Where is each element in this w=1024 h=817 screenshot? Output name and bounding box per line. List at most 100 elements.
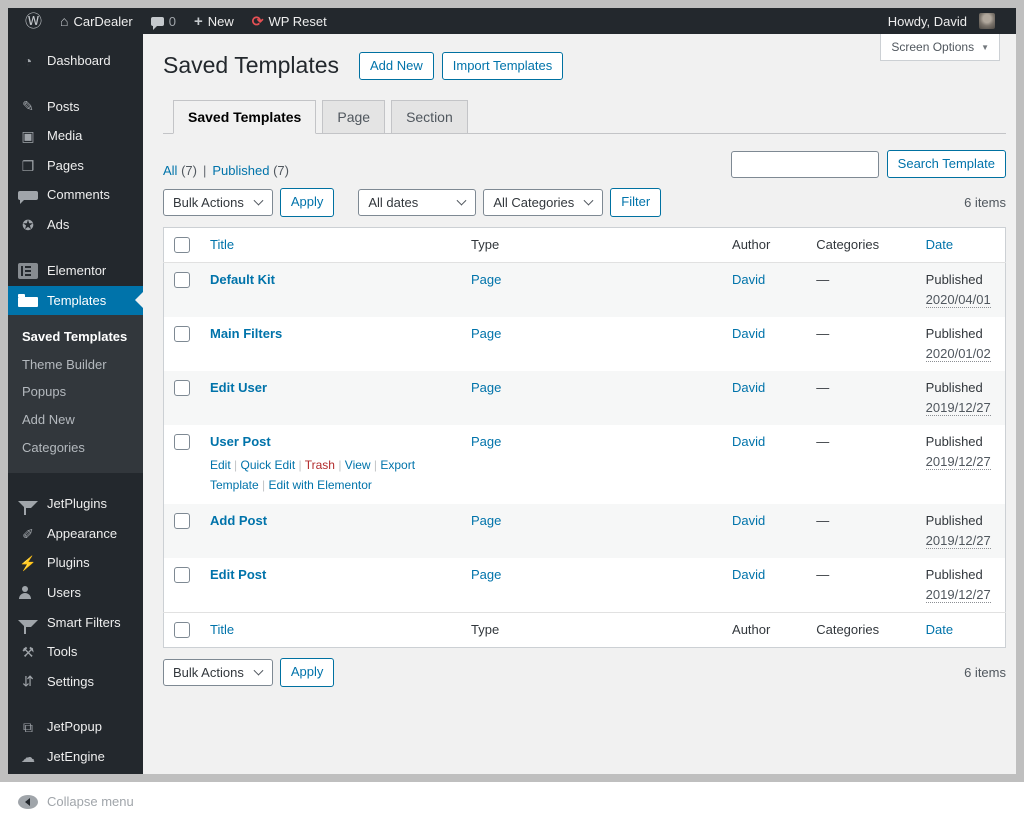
sort-title-header[interactable]: Title xyxy=(210,622,234,637)
search-input[interactable] xyxy=(730,150,879,178)
table-row: User Post EditQuick EditTrashViewExport … xyxy=(164,425,1006,505)
template-title-link[interactable]: Default Kit xyxy=(210,272,275,287)
sidebar-item-pages[interactable]: ❐ Pages xyxy=(8,151,143,181)
sort-date-header[interactable]: Date xyxy=(926,622,953,637)
wp-logo-menu[interactable]: Ⓦ xyxy=(16,8,51,34)
sidebar-item-media[interactable]: ▣ Media xyxy=(8,121,143,151)
table-row: Edit Post Page David — Published 2019/12/… xyxy=(164,558,1006,613)
select-all-checkbox[interactable] xyxy=(174,236,190,253)
template-title-link[interactable]: Main Filters xyxy=(210,326,282,341)
author-link[interactable]: David xyxy=(732,380,765,395)
tablenav-bottom: Bulk Actions Apply 6 items xyxy=(163,658,1006,687)
filter-all-link[interactable]: All (7) xyxy=(163,163,197,178)
template-title-link[interactable]: Edit Post xyxy=(210,567,266,582)
type-link[interactable]: Page xyxy=(471,434,501,449)
row-checkbox[interactable] xyxy=(174,325,190,342)
wp-reset-label: WP Reset xyxy=(268,13,327,29)
edit-link[interactable]: Edit xyxy=(210,458,240,472)
apply-button-bottom[interactable]: Apply xyxy=(279,658,335,687)
sidebar-item-dashboard[interactable]: ◔ Dashboard xyxy=(8,46,143,76)
admin-bar-left: Ⓦ ⌂ CarDealer 0 + New ⟳ WP Reset xyxy=(16,8,336,34)
sidebar-item-templates[interactable]: Templates xyxy=(8,285,143,316)
quick-edit-link[interactable]: Quick Edit xyxy=(240,458,304,472)
filter-button[interactable]: Filter xyxy=(610,188,662,217)
template-title-link[interactable]: Edit User xyxy=(210,380,267,395)
add-new-button[interactable]: Add New xyxy=(359,52,434,81)
sidebar-item-smart-filters[interactable]: Smart Filters xyxy=(8,608,143,638)
sidebar-item-label: Dashboard xyxy=(47,53,111,68)
author-link[interactable]: David xyxy=(732,513,765,528)
sidebar-item-jetplugins[interactable]: JetPlugins xyxy=(8,489,143,519)
bulk-actions-select[interactable]: Bulk Actions xyxy=(163,188,273,216)
bulk-actions-select-bottom[interactable]: Bulk Actions xyxy=(163,658,273,686)
type-link[interactable]: Page xyxy=(471,513,501,528)
sort-date-header[interactable]: Date xyxy=(926,237,953,252)
items-count: 6 items xyxy=(964,664,1006,680)
categories-value: — xyxy=(816,567,830,583)
sidebar-item-elementor[interactable]: Elementor xyxy=(8,256,143,286)
type-link[interactable]: Page xyxy=(471,567,501,582)
sidebar-item-collapse-menu[interactable]: Collapse menu xyxy=(8,787,143,817)
author-link[interactable]: David xyxy=(732,434,765,449)
sidebar-item-settings[interactable]: ⇵ Settings xyxy=(8,667,143,697)
tab-page[interactable]: Page xyxy=(322,100,386,135)
row-checkbox[interactable] xyxy=(174,271,190,288)
sidebar-item-label: Appearance xyxy=(47,525,118,541)
sidebar-item-ads[interactable]: ✪ Ads xyxy=(8,210,143,240)
apply-button[interactable]: Apply xyxy=(279,188,335,217)
site-name-menu[interactable]: ⌂ CarDealer xyxy=(51,8,142,34)
row-checkbox[interactable] xyxy=(174,433,190,450)
sidebar-item-theme-builder[interactable]: Theme Builder xyxy=(8,351,143,379)
sidebar-item-tools[interactable]: ⚒ Tools xyxy=(8,637,143,667)
window-frame: Ⓦ ⌂ CarDealer 0 + New ⟳ WP Reset Howdy, … xyxy=(0,0,1024,809)
template-title-link[interactable]: User Post xyxy=(210,434,271,449)
comments-menu[interactable]: 0 xyxy=(142,8,185,34)
sidebar-item-comments[interactable]: Comments xyxy=(8,180,143,210)
sidebar-item-users[interactable]: Users xyxy=(8,578,143,608)
tab-section[interactable]: Section xyxy=(391,100,468,135)
new-content-menu[interactable]: + New xyxy=(185,8,243,34)
sidebar-item-label: Settings xyxy=(47,673,94,689)
sidebar-item-label: Categories xyxy=(22,439,85,455)
author-link[interactable]: David xyxy=(732,272,765,287)
type-link[interactable]: Page xyxy=(471,380,501,395)
edit-with-elementor-link[interactable]: Edit with Elementor xyxy=(269,478,372,492)
wp-reset-menu[interactable]: ⟳ WP Reset xyxy=(243,8,336,34)
sidebar-item-popups[interactable]: Popups xyxy=(8,378,143,406)
page-header: Saved Templates Add New Import Templates xyxy=(163,52,996,81)
sidebar-item-appearance[interactable]: ✐ Appearance xyxy=(8,519,143,549)
sidebar-item-saved-templates[interactable]: Saved Templates xyxy=(8,323,143,351)
filter-published-link[interactable]: Published (7) xyxy=(212,163,289,178)
sidebar-item-add-new[interactable]: Add New xyxy=(8,406,143,434)
row-checkbox[interactable] xyxy=(174,513,190,530)
sidebar-item-label: Users xyxy=(47,584,81,600)
my-account-menu[interactable]: Howdy, David xyxy=(879,8,1004,34)
author-link[interactable]: David xyxy=(732,326,765,341)
sort-title-header[interactable]: Title xyxy=(210,237,234,252)
categories-value: — xyxy=(816,433,830,449)
import-templates-button[interactable]: Import Templates xyxy=(441,52,564,81)
sidebar-item-jetpopup[interactable]: ⧉ JetPopup xyxy=(8,712,143,742)
template-type-tabs: Saved Templates Page Section xyxy=(163,100,1006,135)
row-checkbox[interactable] xyxy=(174,379,190,396)
sidebar-item-categories[interactable]: Categories xyxy=(8,434,143,462)
template-title-link[interactable]: Add Post xyxy=(210,513,267,528)
search-template-button[interactable]: Search Template xyxy=(886,150,1006,179)
type-link[interactable]: Page xyxy=(471,326,501,341)
sidebar-item-plugins[interactable]: ⚡ Plugins xyxy=(8,548,143,578)
admin-bar: Ⓦ ⌂ CarDealer 0 + New ⟳ WP Reset Howdy, … xyxy=(8,8,1016,34)
view-link[interactable]: View xyxy=(345,458,381,472)
tab-saved-templates[interactable]: Saved Templates xyxy=(173,100,317,135)
sidebar-item-jetengine[interactable]: ☁ JetEngine xyxy=(8,742,143,772)
screen-options-toggle[interactable]: Screen Options ▼ xyxy=(880,34,1000,61)
publish-date: 2019/12/27 xyxy=(925,533,991,550)
select-all-checkbox[interactable] xyxy=(174,622,190,639)
trash-link[interactable]: Trash xyxy=(305,458,345,472)
dates-filter-select[interactable]: All dates xyxy=(358,188,477,216)
templates-icon xyxy=(18,293,38,307)
row-checkbox[interactable] xyxy=(174,567,190,584)
type-link[interactable]: Page xyxy=(471,272,501,287)
categories-filter-select[interactable]: All Categories xyxy=(483,188,604,216)
author-link[interactable]: David xyxy=(732,567,765,582)
sidebar-item-posts[interactable]: ✎ Posts xyxy=(8,92,143,122)
